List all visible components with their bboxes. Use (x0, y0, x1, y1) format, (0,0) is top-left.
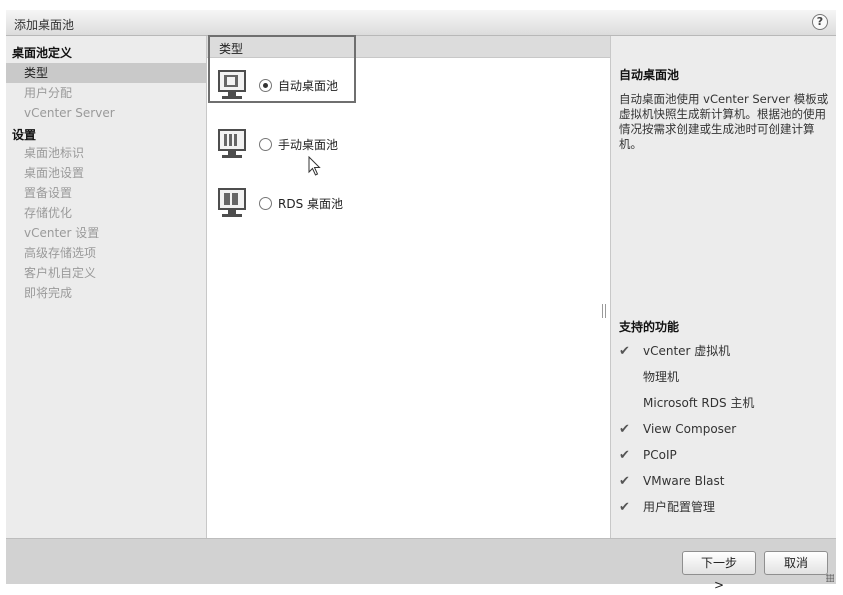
rds-pool-icon (217, 188, 247, 218)
option-rds-pool[interactable]: RDS 桌面池 (217, 188, 343, 218)
description-panel: 自动桌面池 自动桌面池使用 vCenter Server 模板或虚拟机快照生成新… (610, 36, 836, 538)
sidebar-item-guest-customization[interactable]: 客户机自定义 (6, 263, 206, 283)
feature-item: ✔ vCenter 虚拟机 (619, 342, 730, 360)
features-title: 支持的功能 (619, 320, 680, 334)
feature-name: vCenter 虚拟机 (643, 344, 731, 358)
check-icon: ✔ (619, 448, 630, 463)
automated-pool-icon (217, 70, 247, 100)
radio-manual-pool[interactable] (259, 137, 272, 151)
check-icon: ✔ (619, 344, 630, 359)
sidebar-item-pool-id[interactable]: 桌面池标识 (6, 143, 206, 163)
description-title: 自动桌面池 (619, 68, 680, 82)
feature-item: ✔ PCoIP (619, 446, 677, 464)
sidebar-item-user-assignment[interactable]: 用户分配 (6, 83, 206, 103)
feature-name: 物理机 (643, 370, 680, 384)
radio-rds-pool[interactable] (259, 196, 272, 210)
check-icon: ✔ (619, 422, 630, 437)
resize-grip-icon[interactable] (826, 574, 834, 582)
check-icon: ✔ (619, 500, 630, 515)
feature-item: ✔ VMware Blast (619, 472, 724, 490)
dialog-title: 添加桌面池 (14, 18, 75, 32)
dialog-titlebar: 添加桌面池 ? (6, 10, 836, 36)
sidebar-item-storage-optimization[interactable]: 存储优化 (6, 203, 206, 223)
option-label-manual[interactable]: 手动桌面池 (278, 136, 338, 153)
option-label-automated[interactable]: 自动桌面池 (278, 77, 338, 94)
feature-name: Microsoft RDS 主机 (643, 396, 755, 410)
panel-header-title: 类型 (219, 42, 244, 56)
option-automated-pool[interactable]: 自动桌面池 (217, 70, 338, 100)
pool-type-panel: 类型 自动桌面池 手动桌面池 RDS 桌面池 (206, 35, 611, 538)
option-manual-pool[interactable]: 手动桌面池 (217, 129, 338, 159)
section-settings: 设置 (12, 128, 37, 142)
panel-header: 类型 (207, 36, 611, 58)
feature-item: ✔ View Composer (619, 420, 736, 438)
feature-name: 用户配置管理 (643, 500, 716, 514)
feature-item: ✔ 用户配置管理 (619, 498, 715, 516)
sidebar-item-ready-to-complete[interactable]: 即将完成 (6, 283, 206, 303)
wizard-steps-sidebar: 桌面池定义 类型 用户分配 vCenter Server 设置 桌面池标识 桌面… (6, 36, 206, 538)
help-icon[interactable]: ? (812, 14, 828, 30)
feature-name: VMware Blast (643, 474, 725, 488)
next-button[interactable]: 下一步 > (682, 551, 756, 592)
feature-name: View Composer (643, 422, 737, 436)
sidebar-item-type[interactable]: 类型 (6, 63, 206, 83)
option-label-rds[interactable]: RDS 桌面池 (278, 195, 343, 212)
radio-automated-pool[interactable] (259, 78, 272, 92)
check-icon: ✔ (619, 474, 630, 489)
cancel-button[interactable]: 取消 (764, 551, 828, 575)
mouse-cursor-icon (308, 156, 321, 176)
dialog-footer: 下一步 > 取消 (6, 538, 836, 592)
sidebar-item-provisioning-settings[interactable]: 置备设置 (6, 183, 206, 203)
feature-name: PCoIP (643, 448, 677, 462)
section-pool-definition: 桌面池定义 (12, 46, 73, 60)
sidebar-item-vcenter-server[interactable]: vCenter Server (6, 103, 206, 123)
sidebar-item-pool-settings[interactable]: 桌面池设置 (6, 163, 206, 183)
sidebar-item-advanced-storage[interactable]: 高级存储选项 (6, 243, 206, 263)
manual-pool-icon (217, 129, 247, 159)
splitter-handle-icon[interactable] (602, 304, 606, 318)
sidebar-item-vcenter-settings[interactable]: vCenter 设置 (6, 223, 206, 243)
description-text: 自动桌面池使用 vCenter Server 模板或虚拟机快照生成新计算机。根据… (619, 92, 829, 151)
